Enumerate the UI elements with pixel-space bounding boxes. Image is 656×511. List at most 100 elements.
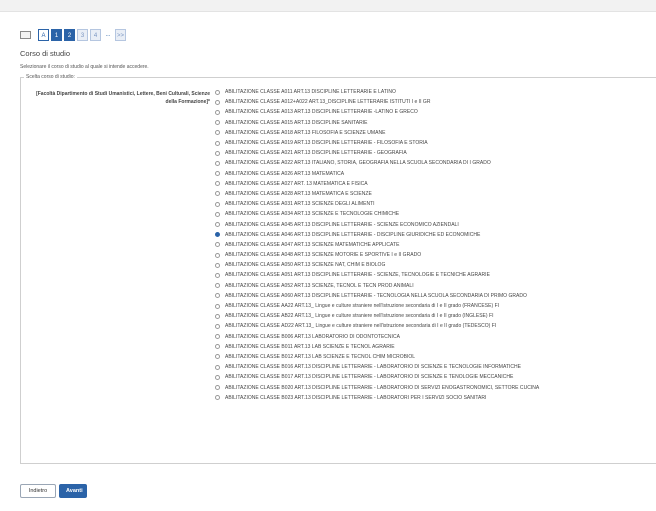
course-option-label: ABILITAZIONE CLASSE A052 ART.13 SCIENZE,… [225, 282, 414, 289]
course-option[interactable]: ABILITAZIONE CLASSE B012 ART.13 LAB SCIE… [215, 352, 539, 362]
course-option[interactable]: ABILITAZIONE CLASSE A013 ART.13 DISCIPLI… [215, 107, 539, 117]
course-option-label: ABILITAZIONE CLASSE B023 ART.13 DISCIPLI… [225, 394, 487, 401]
course-option[interactable]: ABILITAZIONE CLASSE A045 ART.13 DISCIPLI… [215, 219, 539, 229]
course-option-label: ABILITAZIONE CLASSE A048 ART.13 SCIENZE … [225, 252, 422, 259]
radio-button[interactable] [215, 109, 220, 115]
course-option-label: ABILITAZIONE CLASSE B012 ART.13 LAB SCIE… [225, 353, 416, 360]
course-option[interactable]: ABILITAZIONE CLASSE A012+A022 ART.13_DIS… [215, 97, 539, 107]
course-option[interactable]: ABILITAZIONE CLASSE A050 ART.13 SCIENZE … [215, 260, 539, 270]
radio-button[interactable] [215, 364, 220, 370]
radio-button[interactable] [215, 385, 220, 391]
radio-button[interactable] [215, 211, 220, 217]
radio-button[interactable] [215, 181, 220, 187]
button-bar: Indietro Avanti [20, 484, 90, 498]
course-option[interactable]: ABILITAZIONE CLASSE A034 ART.13 SCIENZE … [215, 209, 539, 219]
radio-button[interactable] [215, 130, 220, 136]
course-option-label: ABILITAZIONE CLASSE A060 ART.13 DISCIPLI… [225, 292, 527, 299]
radio-button[interactable] [215, 293, 220, 299]
pager-item-a[interactable]: A [38, 29, 49, 41]
course-option-label: ABILITAZIONE CLASSE A018 ART.13 FILOSOFI… [225, 129, 386, 136]
pager-item-1[interactable]: 1 [51, 29, 62, 41]
course-option[interactable]: ABILITAZIONE CLASSE AB22 ART.13_ Lingue … [215, 311, 539, 321]
course-option-label: ABILITAZIONE CLASSE A015 ART.13 DISCIPLI… [225, 119, 368, 126]
radio-button[interactable] [215, 201, 220, 207]
radio-button[interactable] [215, 354, 220, 360]
radio-button[interactable] [215, 252, 220, 258]
course-option-label: ABILITAZIONE CLASSE AD22 ART.13_ Lingue … [225, 323, 497, 330]
legend-box-icon [20, 31, 31, 39]
back-button[interactable]: Indietro [20, 484, 56, 498]
course-option[interactable]: ABILITAZIONE CLASSE A015 ART.13 DISCIPLI… [215, 118, 539, 128]
radio-button[interactable] [215, 150, 220, 156]
course-option[interactable]: ABILITAZIONE CLASSE A046 ART.13 DISCIPLI… [215, 230, 539, 240]
radio-button[interactable] [215, 262, 220, 268]
pager-item-4[interactable]: 4 [90, 29, 101, 41]
course-option[interactable]: ABILITAZIONE CLASSE A021 ART.13 DISCIPLI… [215, 148, 539, 158]
course-option[interactable]: ABILITAZIONE CLASSE B020 ART.13 DISCIPLI… [215, 382, 539, 392]
radio-button[interactable] [215, 395, 220, 401]
course-option[interactable]: ABILITAZIONE CLASSE A051 ART.13 DISCIPLI… [215, 270, 539, 280]
radio-button[interactable] [215, 303, 220, 309]
course-option-label: ABILITAZIONE CLASSE A028 ART.13 MATEMATI… [225, 190, 372, 197]
radio-selected[interactable] [215, 232, 220, 238]
radio-button[interactable] [215, 140, 220, 146]
course-option[interactable]: ABILITAZIONE CLASSE A026 ART.13 MATEMATI… [215, 169, 539, 179]
radio-button[interactable] [215, 334, 220, 340]
course-option-label: ABILITAZIONE CLASSE A011 ART.13 DISCIPLI… [225, 89, 396, 96]
course-option-label: ABILITAZIONE CLASSE A012+A022 ART.13_DIS… [225, 99, 431, 106]
course-option[interactable]: ABILITAZIONE CLASSE B016 ART.13 DISCIPLI… [215, 362, 539, 372]
radio-button[interactable] [215, 120, 220, 126]
course-option[interactable]: ABILITAZIONE CLASSE A028 ART.13 MATEMATI… [215, 189, 539, 199]
course-option[interactable]: ABILITAZIONE CLASSE B006 ART.13 LABORATO… [215, 332, 539, 342]
radio-button[interactable] [215, 272, 220, 278]
course-option[interactable]: ABILITAZIONE CLASSE A047 ART.13 SCIENZE … [215, 240, 539, 250]
course-option[interactable]: ABILITAZIONE CLASSE A031 ART.13 SCIENZE … [215, 199, 539, 209]
course-option[interactable]: ABILITAZIONE CLASSE A052 ART.13 SCIENZE,… [215, 281, 539, 291]
course-option[interactable]: ABILITAZIONE CLASSE AD22 ART.13_ Lingue … [215, 321, 539, 331]
pager-next[interactable]: >> [115, 29, 126, 41]
course-option-label: ABILITAZIONE CLASSE AB22 ART.13_ Lingue … [225, 313, 494, 320]
course-option[interactable]: ABILITAZIONE CLASSE A027 ART. 13 MATEMAT… [215, 179, 539, 189]
radio-button[interactable] [215, 160, 220, 166]
radio-button[interactable] [215, 374, 220, 380]
radio-button[interactable] [215, 242, 220, 248]
next-button[interactable]: Avanti [59, 484, 87, 498]
radio-button[interactable] [215, 89, 220, 95]
radio-button[interactable] [215, 344, 220, 350]
course-option[interactable]: ABILITAZIONE CLASSE A018 ART.13 FILOSOFI… [215, 128, 539, 138]
course-option-label: ABILITAZIONE CLASSE A013 ART.13 DISCIPLI… [225, 109, 418, 116]
course-option-label: ABILITAZIONE CLASSE A019 ART.13 DISCIPLI… [225, 140, 428, 147]
course-option-label: ABILITAZIONE CLASSE B020 ART.13 DISCIPLI… [225, 384, 540, 391]
page-title: Corso di studio [20, 49, 71, 58]
radio-button[interactable] [215, 222, 220, 228]
radio-button[interactable] [215, 323, 220, 329]
course-option-label: ABILITAZIONE CLASSE A034 ART.13 SCIENZE … [225, 211, 400, 218]
course-option[interactable]: ABILITAZIONE CLASSE A022 ART.13 ITALIANO… [215, 158, 539, 168]
course-option[interactable]: ABILITAZIONE CLASSE A011 ART.13 DISCIPLI… [215, 87, 539, 97]
radio-button[interactable] [215, 99, 220, 105]
course-option-label: ABILITAZIONE CLASSE A021 ART.13 DISCIPLI… [225, 150, 407, 157]
course-option-label: ABILITAZIONE CLASSE A046 ART.13 DISCIPLI… [225, 231, 481, 238]
course-options: ABILITAZIONE CLASSE A011 ART.13 DISCIPLI… [215, 87, 539, 403]
course-option-label: ABILITAZIONE CLASSE B011 ART.13 LAB SCIE… [225, 343, 395, 350]
course-option[interactable]: ABILITAZIONE CLASSE B017 ART.13 DISCIPLI… [215, 372, 539, 382]
course-option-label: ABILITAZIONE CLASSE A045 ART.13 DISCIPLI… [225, 221, 459, 228]
pager-item-2[interactable]: 2 [64, 29, 75, 41]
course-option-label: ABILITAZIONE CLASSE A050 ART.13 SCIENZE … [225, 262, 386, 269]
page-subtitle: Selezionare il corso di studio al quale … [20, 64, 149, 70]
course-option-label: ABILITAZIONE CLASSE B006 ART.13 LABORATO… [225, 333, 400, 340]
course-option[interactable]: ABILITAZIONE CLASSE A048 ART.13 SCIENZE … [215, 250, 539, 260]
course-option-label: ABILITAZIONE CLASSE B016 ART.13 DISCIPLI… [225, 364, 522, 371]
course-option[interactable]: ABILITAZIONE CLASSE B023 ART.13 DISCIPLI… [215, 393, 539, 403]
course-option-label: ABILITAZIONE CLASSE A047 ART.13 SCIENZE … [225, 241, 400, 248]
course-option[interactable]: ABILITAZIONE CLASSE A019 ART.13 DISCIPLI… [215, 138, 539, 148]
fieldset-legend: Scelta corso di studio: [26, 74, 75, 80]
pager-item-3[interactable]: 3 [77, 29, 88, 41]
course-option[interactable]: ABILITAZIONE CLASSE A060 ART.13 DISCIPLI… [215, 291, 539, 301]
radio-button[interactable] [215, 313, 220, 319]
course-option[interactable]: ABILITAZIONE CLASSE B011 ART.13 LAB SCIE… [215, 342, 539, 352]
radio-button[interactable] [215, 191, 220, 197]
radio-button[interactable] [215, 283, 220, 289]
radio-button[interactable] [215, 171, 220, 177]
course-option[interactable]: ABILITAZIONE CLASSE AA22 ART.13_ Lingue … [215, 301, 539, 311]
